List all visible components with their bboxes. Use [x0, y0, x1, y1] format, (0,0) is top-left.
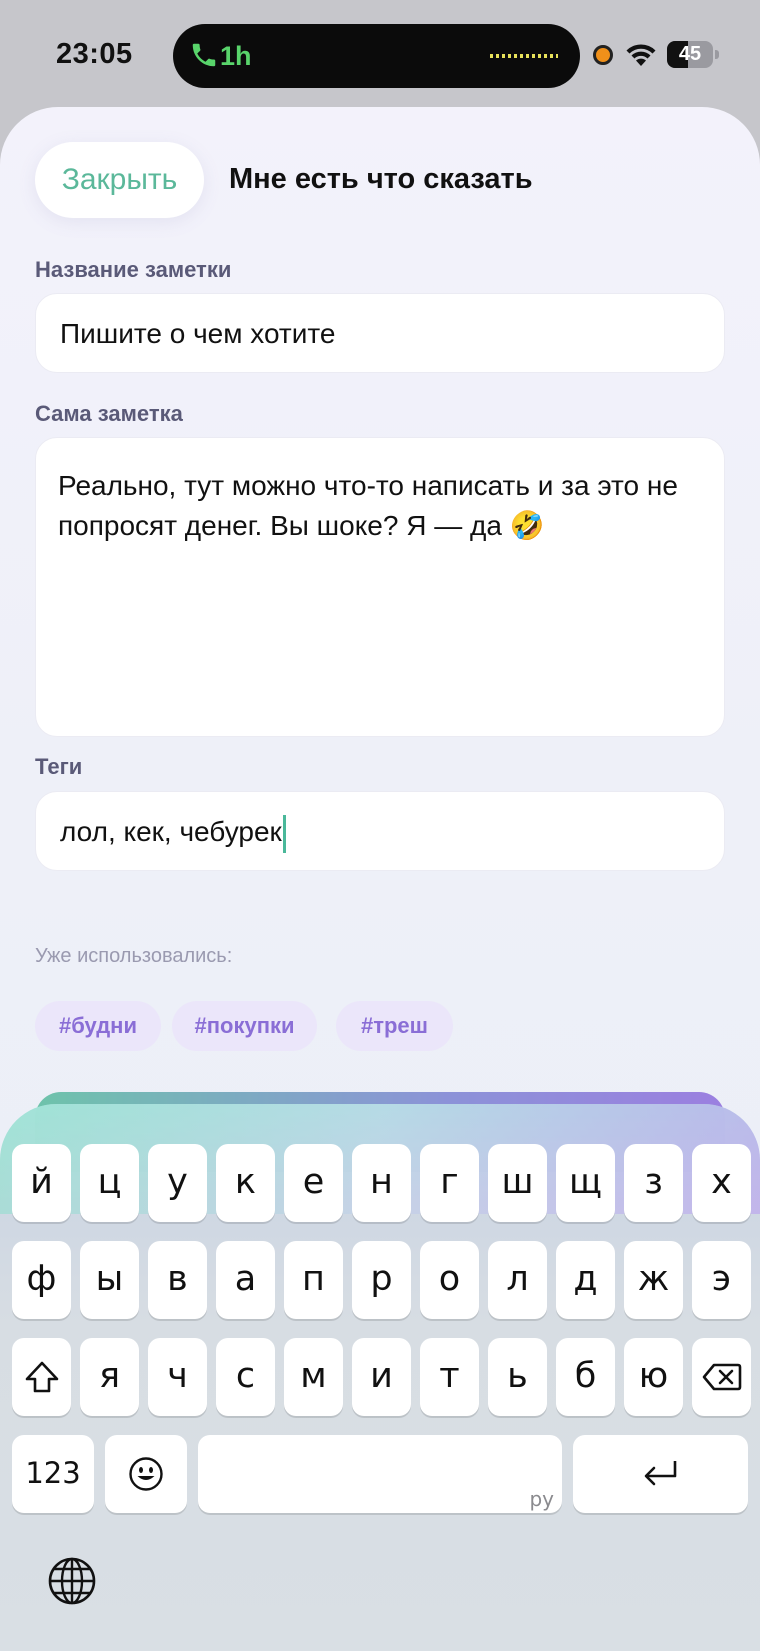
- key-ю[interactable]: ю: [624, 1338, 683, 1416]
- shift-icon: [25, 1361, 58, 1393]
- backspace-icon: [702, 1363, 741, 1391]
- text-cursor: [282, 814, 286, 853]
- status-bar: 23:05 1h 45: [0, 0, 760, 108]
- key-ц[interactable]: ц: [80, 1144, 139, 1222]
- key-р[interactable]: р: [352, 1241, 411, 1319]
- key-х[interactable]: х: [692, 1144, 751, 1222]
- key-ь[interactable]: ь: [488, 1338, 547, 1416]
- key-ч[interactable]: ч: [148, 1338, 207, 1416]
- call-duration: 1h: [220, 41, 252, 71]
- key-а[interactable]: а: [216, 1241, 275, 1319]
- key-ш[interactable]: ш: [488, 1144, 547, 1222]
- note-title-label: Название заметки: [35, 257, 232, 282]
- backspace-key[interactable]: [692, 1338, 751, 1416]
- language-hint: ру: [529, 1487, 554, 1511]
- key-ж[interactable]: ж: [624, 1241, 683, 1319]
- wifi-icon: [626, 44, 656, 66]
- keyboard: й ц у к е н г ш щ з х ф ы в а п р о л д …: [0, 1104, 760, 1651]
- key-щ[interactable]: щ: [556, 1144, 615, 1222]
- tag-chip-tresh[interactable]: #треш: [336, 1001, 453, 1051]
- key-о[interactable]: о: [420, 1241, 479, 1319]
- tags-label: Теги: [35, 754, 83, 779]
- note-title-input[interactable]: Пишите о чем хотите: [35, 293, 725, 373]
- key-п[interactable]: п: [284, 1241, 343, 1319]
- key-к[interactable]: к: [216, 1144, 275, 1222]
- key-й[interactable]: й: [12, 1144, 71, 1222]
- key-э[interactable]: э: [692, 1241, 751, 1319]
- note-body-textarea[interactable]: Реально, тут можно что-то написать и за …: [35, 437, 725, 737]
- battery-icon: 45: [667, 41, 719, 68]
- return-icon: [644, 1461, 676, 1486]
- status-time: 23:05: [56, 38, 133, 70]
- key-б[interactable]: б: [556, 1338, 615, 1416]
- tags-input[interactable]: лол, кек, чебурек: [35, 791, 725, 871]
- key-м[interactable]: м: [284, 1338, 343, 1416]
- return-key[interactable]: [573, 1435, 748, 1513]
- key-и[interactable]: и: [352, 1338, 411, 1416]
- key-ы[interactable]: ы: [80, 1241, 139, 1319]
- key-з[interactable]: з: [624, 1144, 683, 1222]
- tags-value: лол, кек, чебурек: [60, 816, 282, 847]
- space-key[interactable]: ру: [198, 1435, 562, 1513]
- key-в[interactable]: в: [148, 1241, 207, 1319]
- globe-icon[interactable]: [47, 1556, 97, 1606]
- emoji-key[interactable]: [105, 1435, 187, 1513]
- note-body-label: Сама заметка: [35, 401, 183, 426]
- key-ф[interactable]: ф: [12, 1241, 71, 1319]
- key-у[interactable]: у: [148, 1144, 207, 1222]
- dynamic-island[interactable]: 1h: [173, 24, 580, 88]
- key-г[interactable]: г: [420, 1144, 479, 1222]
- phone-icon: [192, 43, 216, 67]
- key-е[interactable]: е: [284, 1144, 343, 1222]
- audio-wave-icon: [490, 54, 558, 58]
- shift-key[interactable]: [12, 1338, 71, 1416]
- key-л[interactable]: л: [488, 1241, 547, 1319]
- tag-chip-pokupki[interactable]: #покупки: [172, 1001, 317, 1051]
- key-н[interactable]: н: [352, 1144, 411, 1222]
- emoji-icon: [129, 1457, 163, 1491]
- recording-dot-icon: [593, 45, 613, 65]
- sheet-title: Мне есть что сказать: [229, 163, 533, 195]
- battery-percent: 45: [678, 43, 702, 65]
- key-с[interactable]: с: [216, 1338, 275, 1416]
- numbers-key[interactable]: 123: [12, 1435, 94, 1513]
- used-tags-label: Уже использовались:: [35, 945, 233, 967]
- key-я[interactable]: я: [80, 1338, 139, 1416]
- key-т[interactable]: т: [420, 1338, 479, 1416]
- close-button[interactable]: Закрыть: [35, 142, 204, 218]
- key-д[interactable]: д: [556, 1241, 615, 1319]
- tag-chip-budni[interactable]: #будни: [35, 1001, 161, 1051]
